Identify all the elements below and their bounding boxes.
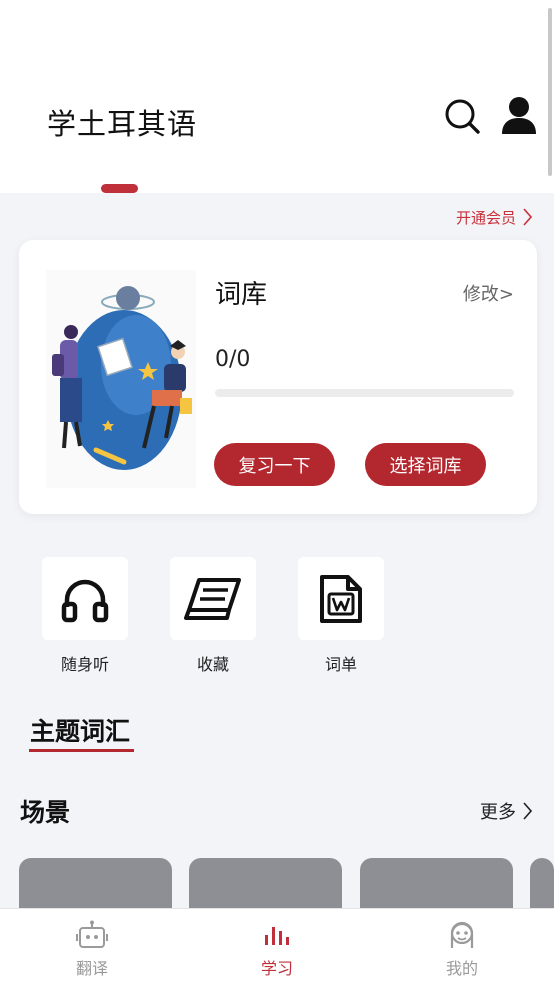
topic-tab-underline: [29, 749, 134, 752]
user-profile-button[interactable]: [500, 96, 538, 136]
students-illustration: [46, 270, 196, 488]
feature-tile[interactable]: [42, 557, 128, 640]
search-icon: [445, 99, 480, 134]
more-label: 更多: [480, 802, 516, 823]
vip-membership-link[interactable]: 开通会员: [456, 205, 532, 229]
book-icon: [184, 577, 241, 620]
scene-more-link[interactable]: 更多: [480, 798, 532, 824]
chevron-right-icon: [523, 802, 532, 820]
feature-favorites[interactable]: 收藏: [170, 557, 256, 675]
page-title: 学土耳其语: [47, 107, 198, 141]
feature-tile[interactable]: [298, 557, 384, 640]
nav-item-mine[interactable]: 我的: [422, 919, 502, 979]
nav-label: 我的: [445, 959, 478, 978]
scene-section-title: 场景: [20, 798, 71, 827]
nav-item-translate[interactable]: 翻译: [52, 919, 132, 979]
wordbank-card: 词库 修改> 0/0 复习一下 选择词库: [19, 240, 537, 514]
feature-listen-on-the-go[interactable]: 随身听: [42, 557, 128, 675]
tab-indicator: [101, 184, 138, 193]
progress-count: 0/0: [215, 347, 251, 372]
nav-label: 学习: [260, 959, 293, 978]
nav-label: 翻译: [75, 959, 108, 978]
progress-bar: [215, 389, 514, 397]
scrollbar[interactable]: [548, 8, 552, 176]
bars-icon: [265, 927, 289, 945]
face-icon: [450, 921, 474, 948]
app-header: 学土耳其语: [0, 0, 554, 193]
robot-icon: [76, 920, 108, 948]
bottom-nav: 翻译 学习 我的: [0, 908, 554, 984]
wordbank-title: 词库: [215, 280, 268, 310]
choose-wordbank-button[interactable]: 选择词库: [365, 443, 486, 486]
feature-label: 词单: [324, 655, 357, 674]
feature-label: 随身听: [60, 655, 109, 674]
search-button[interactable]: [443, 96, 481, 136]
edit-wordbank-link[interactable]: 修改>: [463, 280, 514, 306]
feature-word-list[interactable]: 词单: [298, 557, 384, 675]
user-icon: [502, 97, 536, 134]
word-document-icon: [320, 574, 362, 623]
topic-vocabulary-tab[interactable]: 主题词汇: [30, 712, 130, 748]
feature-label: 收藏: [196, 655, 229, 674]
vip-label: 开通会员: [455, 208, 516, 227]
review-button[interactable]: 复习一下: [214, 443, 335, 486]
chevron-right-icon: [523, 208, 532, 226]
feature-tile[interactable]: [170, 557, 256, 640]
headphones-icon: [61, 579, 109, 622]
nav-item-study[interactable]: 学习: [237, 919, 317, 979]
